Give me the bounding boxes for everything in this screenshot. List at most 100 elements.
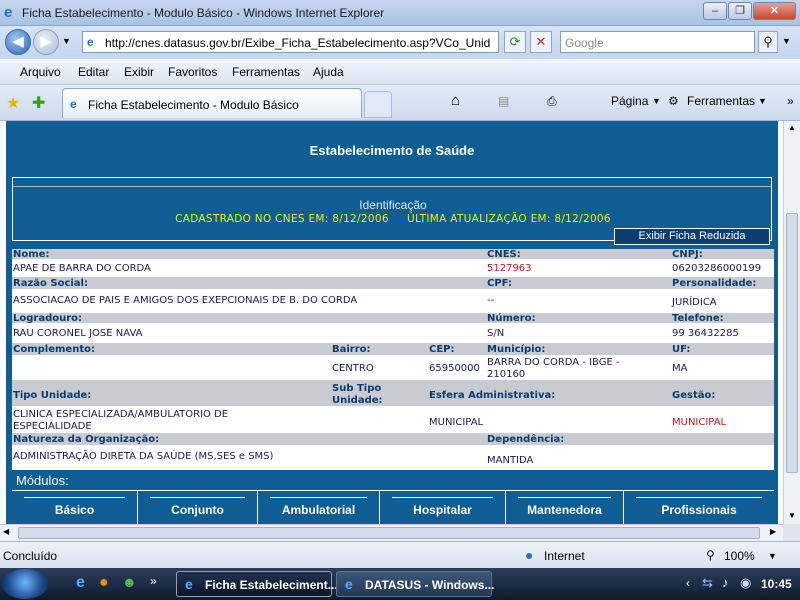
value-telefone: 99 36432285 <box>672 328 739 339</box>
value-tipo-line2: ESPECIALIDADE <box>13 421 92 432</box>
menu-arquivo[interactable]: Arquivo <box>20 65 61 79</box>
value-municipio-line1: BARRA DO CORDA - IBGE - <box>487 357 620 368</box>
value-cpf: -- <box>487 295 495 306</box>
history-dropdown-icon[interactable]: ▼ <box>62 36 71 46</box>
module-mantenedora[interactable]: Mantenedora <box>506 491 624 524</box>
menu-exibir[interactable]: Exibir <box>124 65 154 79</box>
label-numero: Número: <box>487 313 536 324</box>
label-tipo-unidade: Tipo Unidade: <box>13 390 92 401</box>
value-personalidade: JURÍDICA <box>672 297 717 308</box>
module-profissionais[interactable]: Profissionais <box>624 491 774 524</box>
tab-ficha-estabelecimento[interactable]: e Ficha Estabelecimento - Modulo Básico <box>62 88 362 118</box>
ie-quicklaunch-icon[interactable]: e <box>76 574 85 592</box>
tab-bar: ★ ✚ e Ficha Estabelecimento - Modulo Bás… <box>0 85 800 121</box>
scroll-right-icon[interactable]: ▶ <box>770 527 776 536</box>
label-cep: CEP: <box>429 344 455 355</box>
value-dependencia: MANTIDA <box>487 455 534 466</box>
close-button[interactable]: ✕ <box>753 2 796 20</box>
module-ambulatorial[interactable]: Ambulatorial <box>258 491 380 524</box>
label-cnes: CNES: <box>487 249 521 260</box>
status-bar: Concluído ● Internet ⚲ 100% ▼ <box>0 541 800 568</box>
horizontal-scrollbar[interactable]: ◀ ▶ <box>0 524 783 541</box>
menu-favoritos[interactable]: Favoritos <box>168 65 217 79</box>
firefox-quicklaunch-icon[interactable]: ● <box>99 574 109 592</box>
tray-network-icon[interactable]: ⇆ <box>702 575 713 591</box>
gear-icon: ⚙ <box>668 94 679 108</box>
forward-button[interactable]: ▶ <box>33 29 59 55</box>
label-uf: UF: <box>672 344 691 355</box>
refresh-button[interactable]: ⟳ <box>504 31 526 53</box>
modules-header: Módulos: <box>12 469 774 491</box>
label-nome: Nome: <box>13 249 50 260</box>
start-button[interactable] <box>2 569 48 599</box>
feeds-icon[interactable]: ▤ <box>498 94 509 108</box>
task-ficha-estabelecimento[interactable]: e Ficha Estabeleciment... <box>176 571 338 597</box>
tools-menu-arrow-icon: ▼ <box>758 96 767 106</box>
value-tipo-line1: CLINICA ESPECIALIZADA/AMBULATORIO DE <box>13 409 229 420</box>
favorites-star-icon[interactable]: ★ <box>6 93 20 113</box>
home-icon[interactable]: ⌂ <box>451 92 460 109</box>
page-content: Estabelecimento de Saúde Identificação C… <box>0 121 783 524</box>
page-menu[interactable]: Página <box>611 94 648 108</box>
tab-label: Ficha Estabelecimento - Modulo Básico <box>88 98 299 112</box>
stop-button[interactable]: ✕ <box>530 31 552 53</box>
value-logradouro: RAU CORONEL JOSE NAVA <box>13 328 143 339</box>
tab-page-icon: e <box>70 97 77 111</box>
minimize-button[interactable]: – <box>703 2 727 20</box>
module-basico[interactable]: Básico <box>12 491 138 524</box>
reduced-form-button[interactable]: Exibir Ficha Reduzida <box>614 228 770 245</box>
back-button[interactable]: ◀ <box>5 29 31 55</box>
zone-text: Internet <box>544 549 585 563</box>
modules-row: Básico Conjunto Ambulatorial Hospitalar … <box>12 491 774 524</box>
address-text: http://cnes.datasus.gov.br/Exibe_Ficha_E… <box>105 36 491 50</box>
value-municipio-line2: 210160 <box>487 369 526 380</box>
label-telefone: Telefone: <box>672 313 724 324</box>
clock[interactable]: 10:45 <box>761 577 792 591</box>
tray-app-icon[interactable]: ◉ <box>740 575 751 591</box>
module-hospitalar[interactable]: Hospitalar <box>380 491 506 524</box>
toolbar-overflow-icon[interactable]: » <box>787 94 794 108</box>
scroll-down-icon[interactable]: ▼ <box>788 511 796 520</box>
messenger-quicklaunch-icon[interactable]: ☻ <box>122 574 137 590</box>
value-cnpj: 06203286000199 <box>672 263 762 274</box>
scroll-left-icon[interactable]: ◀ <box>3 527 9 536</box>
label-razao-social: Razão Social: <box>13 278 88 289</box>
tray-expand-icon[interactable]: ‹ <box>686 576 690 590</box>
add-favorite-icon[interactable]: ✚ <box>32 93 45 113</box>
task-label: DATASUS - Windows... <box>365 578 495 592</box>
globe-icon: ● <box>525 547 534 563</box>
label-logradouro: Logradouro: <box>13 313 83 324</box>
address-bar[interactable]: e http://cnes.datasus.gov.br/Exibe_Ficha… <box>82 31 499 53</box>
new-tab-button[interactable] <box>364 91 392 118</box>
zoom-level[interactable]: 100% <box>724 549 755 563</box>
module-conjunto[interactable]: Conjunto <box>138 491 258 524</box>
label-gestao: Gestão: <box>672 390 716 401</box>
value-uf: MA <box>672 363 688 374</box>
vertical-scroll-thumb[interactable] <box>786 213 798 473</box>
title-bar: e Ficha Estabelecimento - Modulo Básico … <box>0 0 800 26</box>
horizontal-scroll-thumb[interactable] <box>18 527 760 539</box>
value-nome: APAE DE BARRA DO CORDA <box>13 263 151 274</box>
vertical-scrollbar[interactable]: ▲ ▼ <box>783 121 800 524</box>
value-cnes: 5127963 <box>487 263 532 274</box>
menu-editar[interactable]: Editar <box>78 65 109 79</box>
value-razao-social: ASSOCIACAO DE PAIS E AMIGOS DOS EXEPCION… <box>13 295 358 306</box>
value-gestao: MUNICIPAL <box>672 417 727 428</box>
search-input[interactable]: Google <box>560 31 755 53</box>
module-label: Básico <box>54 503 95 517</box>
scroll-up-icon[interactable]: ▲ <box>788 123 796 132</box>
zoom-dropdown-icon[interactable]: ▼ <box>768 551 777 561</box>
print-icon[interactable]: ⎙ <box>547 94 557 109</box>
tools-menu[interactable]: Ferramentas <box>687 94 755 108</box>
maximize-button[interactable]: ❐ <box>728 2 752 20</box>
quicklaunch-more-icon[interactable]: » <box>150 574 157 588</box>
status-text: Concluído <box>3 549 58 563</box>
search-button[interactable]: ⚲ <box>758 31 778 53</box>
tray-volume-icon[interactable]: ♪ <box>722 575 729 590</box>
menu-ajuda[interactable]: Ajuda <box>313 65 344 79</box>
search-options-icon[interactable]: ▼ <box>782 36 791 46</box>
task-datasus[interactable]: e DATASUS - Windows... <box>336 571 495 597</box>
menu-ferramentas[interactable]: Ferramentas <box>232 65 300 79</box>
zoom-icon: ⚲ <box>706 548 715 562</box>
identification-title: Identificação <box>359 198 427 212</box>
